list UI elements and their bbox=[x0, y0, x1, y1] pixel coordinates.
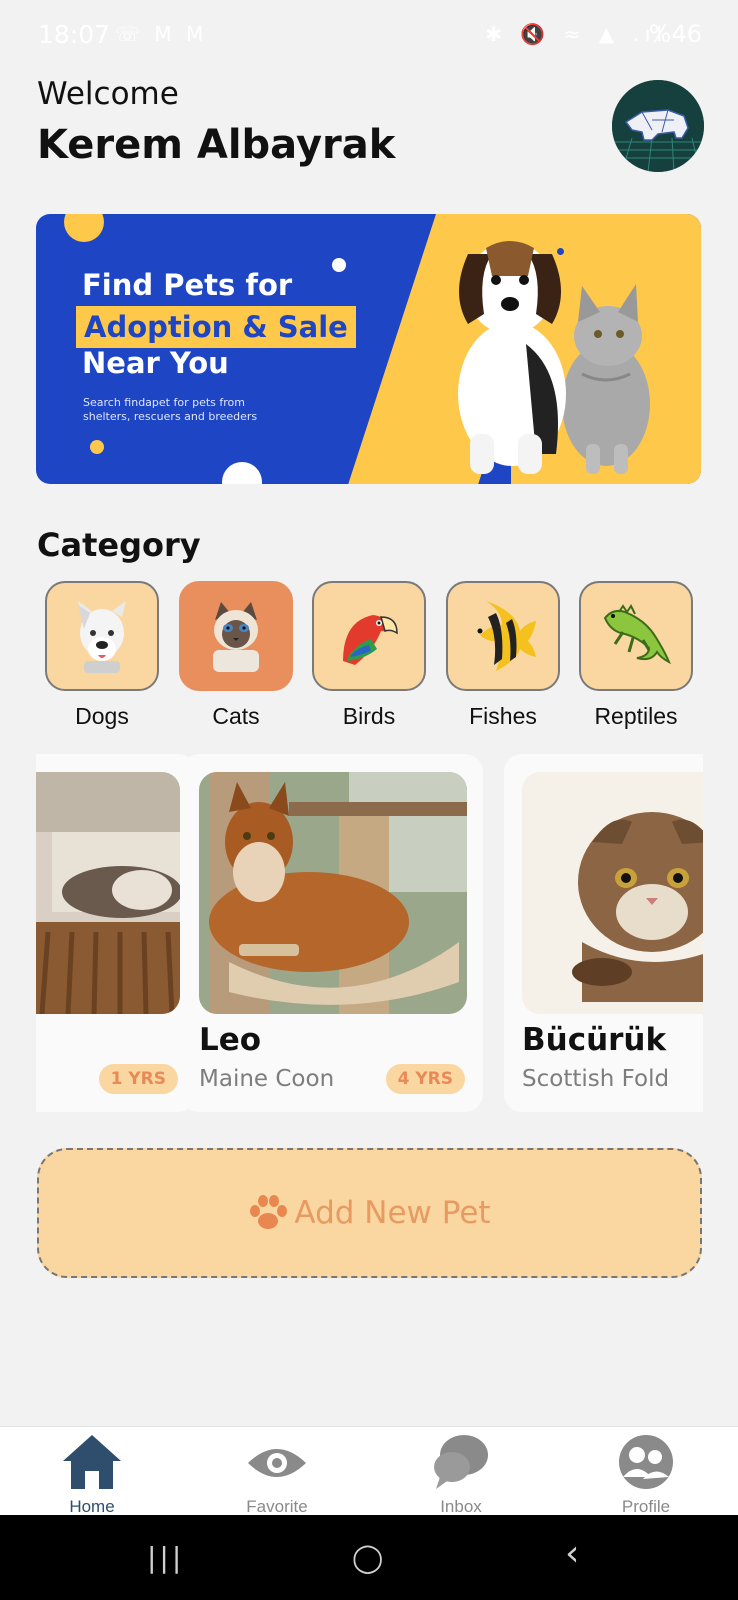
category-dogs[interactable]: Dogs bbox=[45, 581, 159, 730]
profile-icon bbox=[619, 1435, 673, 1489]
banner-heading-line3: Near You bbox=[82, 346, 229, 380]
category-label: Birds bbox=[342, 703, 396, 729]
system-status-icons: ✱ 🔇 ≈ ▲ .ıl bbox=[485, 22, 668, 46]
banner-heading-highlight: Adoption & Sale bbox=[76, 306, 356, 348]
nav-label: Favorite bbox=[246, 1497, 308, 1516]
banner-dot bbox=[332, 258, 346, 272]
avatar[interactable] bbox=[612, 80, 704, 172]
category-tile[interactable] bbox=[45, 581, 159, 691]
polar-bear-avatar-image bbox=[612, 80, 704, 172]
category-title: Category bbox=[37, 526, 201, 564]
pet-breed: Maine Coon bbox=[199, 1066, 335, 1092]
fish-icon bbox=[477, 601, 536, 671]
pet-card[interactable]: 1 YRS bbox=[36, 754, 196, 1112]
nav-label: Home bbox=[69, 1497, 115, 1516]
add-new-pet-button[interactable]: Add New Pet bbox=[37, 1148, 702, 1278]
cat-icon bbox=[213, 602, 259, 672]
banner-subtext: Search findapet for pets from shelters, … bbox=[83, 396, 258, 423]
bird-icon bbox=[343, 615, 398, 665]
pet-age-badge: 4 YRS bbox=[385, 1064, 465, 1094]
pet-photo bbox=[522, 772, 703, 1014]
pet-breed: Scottish Fold bbox=[522, 1066, 670, 1092]
home-icon bbox=[63, 1435, 121, 1489]
category-label: Dogs bbox=[75, 703, 129, 729]
system-nav-bar: ||| ◯ ‹ bbox=[0, 1515, 738, 1600]
pet-name: Bücürük bbox=[522, 1022, 667, 1058]
category-tile[interactable] bbox=[179, 581, 293, 691]
pet-photo bbox=[36, 772, 180, 1014]
nav-label: Profile bbox=[621, 1497, 671, 1516]
banner-dot bbox=[90, 440, 104, 454]
category-label: Reptiles bbox=[594, 703, 678, 729]
category-tile[interactable] bbox=[446, 581, 560, 691]
category-label: Fishes bbox=[469, 703, 537, 729]
category-tile[interactable] bbox=[312, 581, 426, 691]
status-time: 18:07 bbox=[38, 20, 111, 49]
welcome-text: Welcome bbox=[37, 76, 179, 112]
pet-name: Leo bbox=[199, 1022, 262, 1058]
banner-dot bbox=[222, 462, 262, 484]
category-fishes[interactable]: Fishes bbox=[446, 581, 560, 730]
category-reptiles[interactable]: Reptiles bbox=[579, 581, 693, 730]
dog-icon bbox=[78, 601, 126, 673]
notification-icons: ☏ M M bbox=[115, 22, 208, 46]
system-home-button[interactable]: ◯ bbox=[352, 1541, 383, 1574]
bottom-nav: Home Favorite Inbox Profile bbox=[0, 1426, 738, 1517]
pet-list[interactable]: 1 YRS Leo Maine Coon 4 YRS Bücürük Scott… bbox=[36, 754, 703, 1112]
add-new-pet-label: Add New Pet bbox=[294, 1195, 491, 1231]
banner-dot bbox=[64, 214, 104, 242]
pet-card[interactable]: Leo Maine Coon 4 YRS bbox=[181, 754, 483, 1112]
category-tile[interactable] bbox=[579, 581, 693, 691]
nav-label: Inbox bbox=[440, 1497, 482, 1516]
system-back-button[interactable]: ‹ bbox=[565, 1533, 579, 1574]
pet-card[interactable]: Bücürük Scottish Fold bbox=[504, 754, 703, 1112]
category-cats[interactable]: Cats bbox=[179, 581, 293, 730]
banner-heading-line1: Find Pets for bbox=[82, 268, 293, 302]
category-birds[interactable]: Birds bbox=[312, 581, 426, 730]
chat-icon bbox=[434, 1435, 488, 1489]
battery-level: %46 bbox=[648, 20, 702, 48]
eye-icon bbox=[248, 1449, 306, 1477]
status-bar: 18:07 ☏ M M ✱ 🔇 ≈ ▲ .ıl %46 bbox=[0, 0, 738, 70]
nav-home[interactable]: Home bbox=[37, 1433, 147, 1517]
pet-photo bbox=[199, 772, 467, 1014]
recent-apps-button[interactable]: ||| bbox=[147, 1541, 184, 1574]
nav-favorite[interactable]: Favorite bbox=[222, 1433, 332, 1517]
nav-inbox[interactable]: Inbox bbox=[406, 1433, 516, 1517]
dog-and-cat-image bbox=[458, 241, 650, 474]
user-name: Kerem Albayrak bbox=[37, 122, 396, 168]
pet-age-badge: 1 YRS bbox=[98, 1064, 178, 1094]
reptile-icon bbox=[603, 604, 671, 665]
category-label: Cats bbox=[212, 703, 260, 729]
promo-banner[interactable]: Find Pets for Adoption & Sale Near You S… bbox=[36, 214, 701, 484]
nav-profile[interactable]: Profile bbox=[591, 1433, 701, 1517]
paw-icon bbox=[250, 1195, 288, 1229]
